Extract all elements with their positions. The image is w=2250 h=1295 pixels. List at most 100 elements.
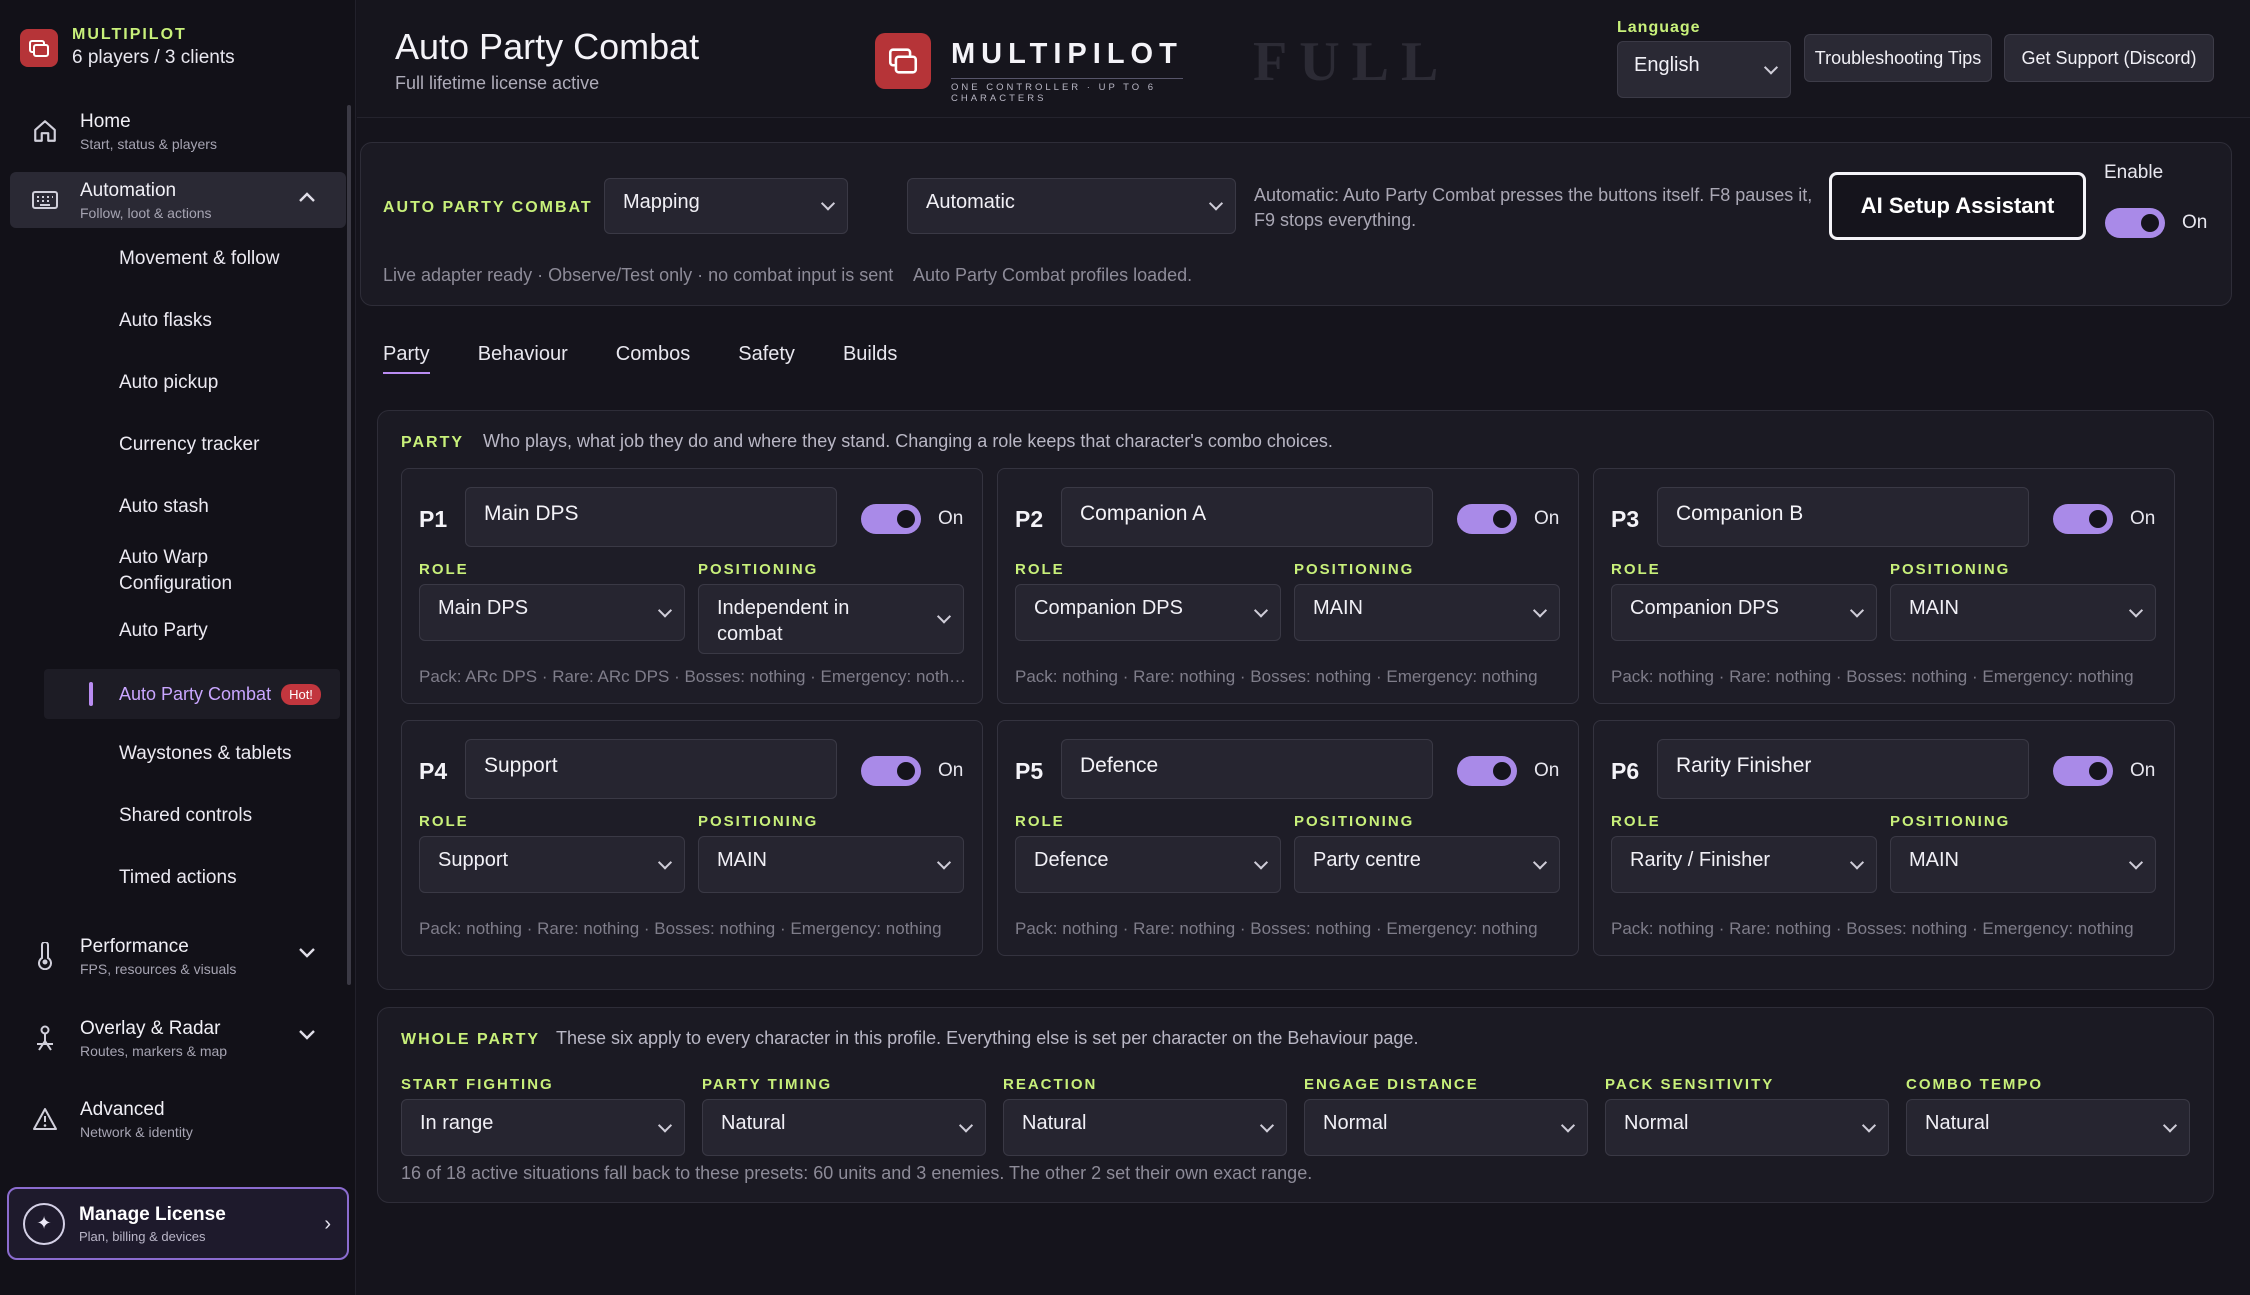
top-bar: Auto Party Combat Full lifetime license …	[357, 0, 2250, 118]
player-slot: P6	[1611, 758, 1640, 784]
nav-sub-auto-party-combat[interactable]: Auto Party Combat Hot!	[44, 669, 340, 719]
player-enable-state: On	[2130, 760, 2156, 781]
role-select[interactable]: Rarity / Finisher	[1611, 836, 1877, 893]
nav-sub-timed[interactable]: Timed actions	[119, 867, 237, 889]
whole-party-setting: ENGAGE DISTANCE Normal	[1304, 1076, 1588, 1156]
positioning-select[interactable]: MAIN	[1890, 584, 2156, 641]
tab-behaviour[interactable]: Behaviour	[478, 343, 568, 374]
player-enable-toggle[interactable]	[2053, 504, 2113, 534]
role-value: Defence	[1034, 849, 1109, 871]
setting-select[interactable]: Natural	[1906, 1099, 2190, 1156]
chevron-down-icon[interactable]	[298, 945, 316, 963]
positioning-label: POSITIONING	[1890, 813, 2011, 830]
player-enable-state: On	[938, 508, 964, 529]
chevron-up-icon[interactable]	[298, 190, 316, 208]
nav-performance[interactable]: Performance FPS, resources & visuals	[10, 927, 346, 985]
ai-setup-assistant-button[interactable]: AI Setup Assistant	[1829, 172, 2086, 240]
nav-home[interactable]: Home Start, status & players	[10, 102, 346, 160]
setting-label: START FIGHTING	[401, 1076, 554, 1093]
positioning-select[interactable]: Party centre	[1294, 836, 1560, 893]
control-select[interactable]: Automatic	[907, 178, 1236, 234]
setting-select[interactable]: Natural	[1003, 1099, 1287, 1156]
nav-advanced[interactable]: Advanced Network & identity	[10, 1090, 346, 1148]
nav-sub-flasks[interactable]: Auto flasks	[119, 310, 212, 332]
nav-sub-shared[interactable]: Shared controls	[119, 805, 252, 827]
setting-select[interactable]: Normal	[1605, 1099, 1889, 1156]
setting-select[interactable]: Normal	[1304, 1099, 1588, 1156]
tab-builds[interactable]: Builds	[843, 343, 897, 374]
tab-combos[interactable]: Combos	[616, 343, 690, 374]
player-enable-toggle[interactable]	[861, 504, 921, 534]
whole-party-setting: START FIGHTING In range	[401, 1076, 685, 1156]
player-name-field[interactable]: Companion A	[1061, 487, 1433, 547]
enable-toggle[interactable]	[2105, 208, 2165, 238]
radar-person-icon	[10, 1024, 80, 1052]
nav-advanced-sub: Network & identity	[80, 1123, 193, 1140]
setting-select[interactable]: Natural	[702, 1099, 986, 1156]
nav-sub-movement[interactable]: Movement & follow	[119, 248, 280, 270]
party-panel: PARTY Who plays, what job they do and wh…	[377, 410, 2214, 990]
whole-party-description: These six apply to every character in th…	[556, 1028, 1419, 1048]
logo-wordmark: MULTIPILOT	[951, 38, 1183, 70]
nav-sub-party[interactable]: Auto Party	[119, 620, 208, 642]
chevron-down-icon[interactable]	[298, 1027, 316, 1045]
active-indicator	[89, 682, 93, 706]
nav-sub-warp[interactable]: Auto Warp Configuration	[119, 545, 319, 597]
positioning-select[interactable]: MAIN	[1890, 836, 2156, 893]
positioning-select[interactable]: MAIN	[698, 836, 964, 893]
language-select[interactable]: English	[1617, 41, 1791, 98]
positioning-select[interactable]: Independent in combat	[698, 584, 964, 654]
player-enable-state: On	[1534, 508, 1560, 529]
nav-overlay[interactable]: Overlay & Radar Routes, markers & map	[10, 1009, 346, 1067]
player-enable-toggle[interactable]	[861, 756, 921, 786]
player-name-field[interactable]: Defence	[1061, 739, 1433, 799]
nav-performance-sub: FPS, resources & visuals	[80, 960, 237, 977]
player-slot: P1	[419, 506, 448, 532]
nav-sub-stash[interactable]: Auto stash	[119, 496, 209, 518]
nav-sub-waystones[interactable]: Waystones & tablets	[119, 743, 291, 765]
player-name-field[interactable]: Support	[465, 739, 837, 799]
chevron-down-icon	[1861, 1117, 1877, 1133]
nav-sub-currency[interactable]: Currency tracker	[119, 434, 259, 456]
setting-label: COMBO TEMPO	[1906, 1076, 2043, 1093]
player-enable-state: On	[938, 760, 964, 781]
troubleshooting-button[interactable]: Troubleshooting Tips	[1804, 34, 1992, 82]
positioning-label: POSITIONING	[698, 561, 819, 578]
player-name-field[interactable]: Rarity Finisher	[1657, 739, 2029, 799]
sidebar-scrollbar[interactable]	[347, 105, 351, 985]
nav-sub-pickup[interactable]: Auto pickup	[119, 372, 218, 394]
setting-select[interactable]: In range	[401, 1099, 685, 1156]
role-select[interactable]: Main DPS	[419, 584, 685, 641]
player-enable-toggle[interactable]	[2053, 756, 2113, 786]
player-enable-toggle[interactable]	[1457, 504, 1517, 534]
support-discord-button[interactable]: Get Support (Discord)	[2004, 34, 2214, 82]
player-slot: P5	[1015, 758, 1044, 784]
positioning-value: MAIN	[1313, 597, 1363, 619]
home-icon	[10, 118, 80, 144]
player-name-field[interactable]: Companion B	[1657, 487, 2029, 547]
tab-safety[interactable]: Safety	[738, 343, 795, 374]
tab-party[interactable]: Party	[383, 343, 430, 374]
player-enable-toggle[interactable]	[1457, 756, 1517, 786]
chevron-down-icon	[657, 854, 673, 870]
nav-overlay-label: Overlay & Radar	[80, 1017, 221, 1039]
manage-license-button[interactable]: ✦ Manage License Plan, billing & devices…	[7, 1187, 349, 1260]
nav-advanced-label: Advanced	[80, 1098, 165, 1120]
positioning-select[interactable]: MAIN	[1294, 584, 1560, 641]
role-select[interactable]: Companion DPS	[1611, 584, 1877, 641]
positioning-label: POSITIONING	[1294, 561, 1415, 578]
positioning-value: MAIN	[1909, 849, 1959, 871]
role-select[interactable]: Companion DPS	[1015, 584, 1281, 641]
nav-automation[interactable]: Automation Follow, loot & actions	[10, 172, 346, 228]
profiles-status: Auto Party Combat profiles loaded.	[913, 265, 1193, 285]
positioning-value: MAIN	[1909, 597, 1959, 619]
apc-label: AUTO PARTY COMBAT	[383, 199, 593, 216]
chevron-down-icon	[2128, 602, 2144, 618]
role-select[interactable]: Defence	[1015, 836, 1281, 893]
chevron-down-icon	[1849, 854, 1865, 870]
chevron-down-icon	[657, 602, 673, 618]
player-name-field[interactable]: Main DPS	[465, 487, 837, 547]
mode-select[interactable]: Mapping	[604, 178, 848, 234]
role-select[interactable]: Support	[419, 836, 685, 893]
player-card: P1 Main DPS On ROLE POSITIONING Main DPS…	[401, 468, 983, 704]
